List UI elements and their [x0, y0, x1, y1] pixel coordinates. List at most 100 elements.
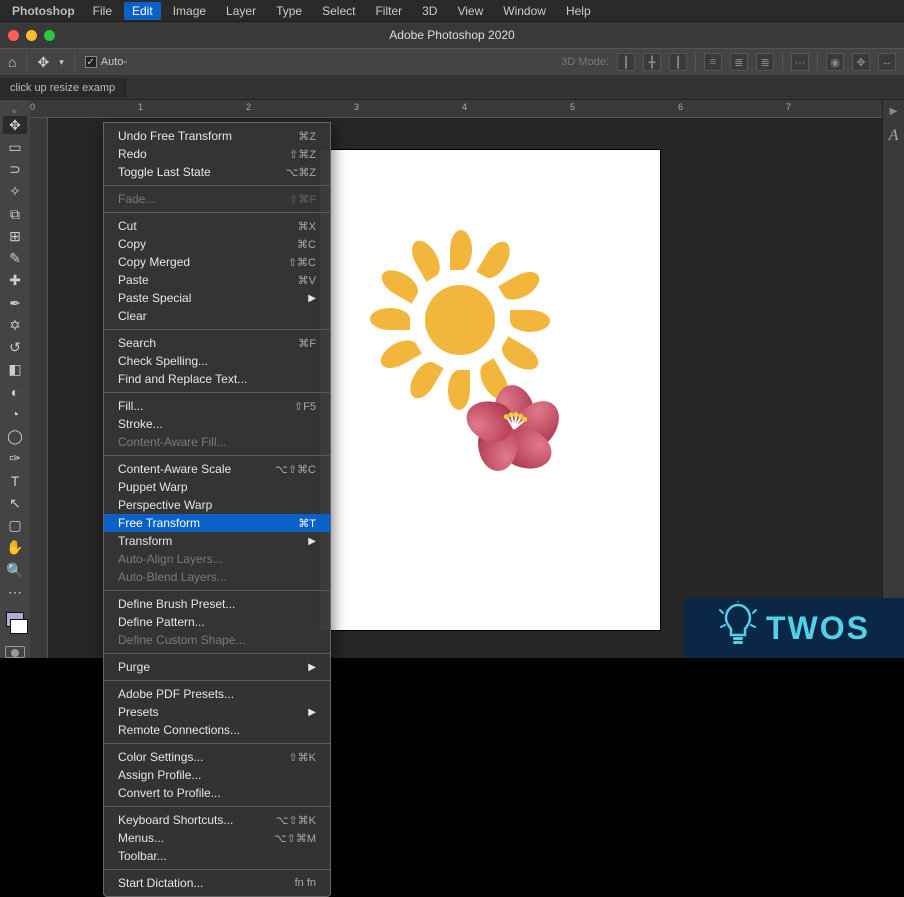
- dropdown-caret-icon[interactable]: ▾: [59, 57, 64, 68]
- menu-item-toolbar[interactable]: Toolbar...: [104, 847, 330, 865]
- menu-view[interactable]: View: [449, 2, 491, 20]
- brush-tool[interactable]: ✒: [3, 294, 27, 312]
- menu-item-search[interactable]: Search⌘F: [104, 334, 330, 352]
- minimize-window-button[interactable]: [26, 30, 37, 41]
- path-selection-tool[interactable]: ↖: [3, 494, 27, 512]
- distribute3-icon[interactable]: ≣: [756, 53, 774, 71]
- magic-wand-tool[interactable]: ✧: [3, 183, 27, 201]
- menu-item-start-dictation[interactable]: Start Dictation...fn fn: [104, 874, 330, 892]
- menu-type[interactable]: Type: [268, 2, 310, 20]
- menu-3d[interactable]: 3D: [414, 2, 445, 20]
- 3d-pan-icon[interactable]: ✥: [852, 53, 870, 71]
- crop-tool[interactable]: ⧉: [3, 205, 27, 223]
- auto-select-checkbox[interactable]: ✓Auto-: [85, 56, 127, 68]
- flower-graphic: [470, 385, 560, 470]
- menu-item-keyboard-shortcuts[interactable]: Keyboard Shortcuts...⌥⇧⌘K: [104, 811, 330, 829]
- menu-item-fill[interactable]: Fill...⇧F5: [104, 397, 330, 415]
- dodge-tool[interactable]: ◯: [3, 428, 27, 446]
- menu-item-adobe-pdf-presets[interactable]: Adobe PDF Presets...: [104, 685, 330, 703]
- menu-edit[interactable]: Edit: [124, 2, 161, 20]
- menu-item-content-aware-scale[interactable]: Content-Aware Scale⌥⇧⌘C: [104, 460, 330, 478]
- edit-toolbar[interactable]: ⋯: [3, 583, 27, 601]
- zoom-tool[interactable]: 🔍: [3, 561, 27, 579]
- menu-item-color-settings[interactable]: Color Settings...⇧⌘K: [104, 748, 330, 766]
- document-tab[interactable]: click up resize examp: [0, 78, 126, 98]
- menu-item-copy-merged[interactable]: Copy Merged⇧⌘C: [104, 253, 330, 271]
- submenu-arrow-icon: ▶: [308, 707, 316, 718]
- character-panel-icon[interactable]: A: [889, 127, 899, 145]
- more-icon[interactable]: ⋯: [791, 53, 809, 71]
- app-name: Photoshop: [6, 2, 81, 20]
- quick-mask-icon[interactable]: [5, 646, 25, 658]
- marquee-tool[interactable]: ▭: [3, 138, 27, 156]
- distribute2-icon[interactable]: ≣: [730, 53, 748, 71]
- menu-select[interactable]: Select: [314, 2, 363, 20]
- menu-window[interactable]: Window: [495, 2, 554, 20]
- shortcut-label: ⌘F: [298, 337, 316, 350]
- menu-item-paste-special[interactable]: Paste Special▶: [104, 289, 330, 307]
- menu-filter[interactable]: Filter: [367, 2, 410, 20]
- menu-item-define-brush-preset[interactable]: Define Brush Preset...: [104, 595, 330, 613]
- menu-item-puppet-warp[interactable]: Puppet Warp: [104, 478, 330, 496]
- menu-item-copy[interactable]: Copy⌘C: [104, 235, 330, 253]
- menu-file[interactable]: File: [85, 2, 120, 20]
- type-tool[interactable]: T: [3, 472, 27, 490]
- menu-item-label: Toggle Last State: [118, 165, 211, 179]
- menu-item-check-spelling[interactable]: Check Spelling...: [104, 352, 330, 370]
- 3d-slide-icon[interactable]: ↔: [878, 53, 896, 71]
- history-brush-tool[interactable]: ↺: [3, 339, 27, 357]
- pen-tool[interactable]: ✑: [3, 450, 27, 468]
- gradient-tool[interactable]: ◐: [3, 383, 27, 401]
- menu-item-convert-to-profile[interactable]: Convert to Profile...: [104, 784, 330, 802]
- home-icon[interactable]: ⌂: [8, 54, 16, 70]
- menu-item-cut[interactable]: Cut⌘X: [104, 217, 330, 235]
- align-right-icon[interactable]: ┃: [669, 53, 687, 71]
- menu-item-perspective-warp[interactable]: Perspective Warp: [104, 496, 330, 514]
- healing-brush-tool[interactable]: ✚: [3, 272, 27, 290]
- zoom-window-button[interactable]: [44, 30, 55, 41]
- shortcut-label: ⇧⌘C: [288, 256, 316, 269]
- blur-tool[interactable]: ◔: [3, 405, 27, 423]
- menu-item-find-and-replace-text[interactable]: Find and Replace Text...: [104, 370, 330, 388]
- document-canvas[interactable]: [320, 150, 660, 630]
- menu-item-redo[interactable]: Redo⇧⌘Z: [104, 145, 330, 163]
- rectangle-tool[interactable]: ▢: [3, 517, 27, 535]
- menu-item-label: Define Custom Shape...: [118, 633, 245, 647]
- move-tool[interactable]: ✥: [3, 116, 27, 134]
- 3d-orbit-icon[interactable]: ◉: [826, 53, 844, 71]
- background-color-swatch[interactable]: [10, 619, 28, 634]
- hand-tool[interactable]: ✋: [3, 539, 27, 557]
- menu-item-remote-connections[interactable]: Remote Connections...: [104, 721, 330, 739]
- menu-item-presets[interactable]: Presets▶: [104, 703, 330, 721]
- menu-item-clear[interactable]: Clear: [104, 307, 330, 325]
- eyedropper-tool[interactable]: ✎: [3, 250, 27, 268]
- shortcut-label: ⌘Z: [298, 130, 316, 143]
- menu-help[interactable]: Help: [558, 2, 599, 20]
- menu-item-menus[interactable]: Menus...⌥⇧⌘M: [104, 829, 330, 847]
- menu-item-purge[interactable]: Purge▶: [104, 658, 330, 676]
- menu-image[interactable]: Image: [165, 2, 214, 20]
- menu-item-assign-profile[interactable]: Assign Profile...: [104, 766, 330, 784]
- menu-layer[interactable]: Layer: [218, 2, 264, 20]
- menu-item-label: Puppet Warp: [118, 480, 188, 494]
- menu-item-undo-free-transform[interactable]: Undo Free Transform⌘Z: [104, 127, 330, 145]
- menu-item-transform[interactable]: Transform▶: [104, 532, 330, 550]
- panel-expand-icon[interactable]: ▶: [890, 106, 898, 117]
- eraser-tool[interactable]: ◧: [3, 361, 27, 379]
- menu-item-toggle-last-state[interactable]: Toggle Last State⌥⌘Z: [104, 163, 330, 181]
- lasso-tool[interactable]: ⊃: [3, 161, 27, 179]
- auto-select-label: Auto-: [101, 56, 127, 68]
- align-center-h-icon[interactable]: ╋: [643, 53, 661, 71]
- toolbar-grip-icon[interactable]: «: [5, 106, 25, 112]
- menu-item-stroke[interactable]: Stroke...: [104, 415, 330, 433]
- menu-item-paste[interactable]: Paste⌘V: [104, 271, 330, 289]
- close-window-button[interactable]: [8, 30, 19, 41]
- move-tool-icon[interactable]: ✥: [37, 54, 49, 71]
- menu-item-define-pattern[interactable]: Define Pattern...: [104, 613, 330, 631]
- menu-item-free-transform[interactable]: Free Transform⌘T: [104, 514, 330, 532]
- frame-tool[interactable]: ⊞: [3, 227, 27, 245]
- distribute-icon[interactable]: ≡: [704, 53, 722, 71]
- clone-stamp-tool[interactable]: ✡: [3, 316, 27, 334]
- align-left-icon[interactable]: ┃: [617, 53, 635, 71]
- menu-item-label: Remote Connections...: [118, 723, 240, 737]
